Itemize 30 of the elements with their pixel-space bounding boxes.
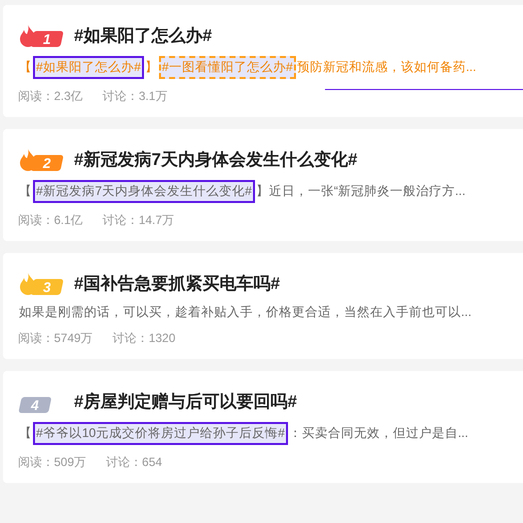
read-count: 阅读：6.1亿 [18,212,83,229]
summary-text: ：买卖合同无效，但过户是自... [288,425,470,442]
summary-text: 预防新冠和流感，该如何备药... [296,59,478,76]
hashtag-link[interactable]: #新冠发病7天内身体会发生什么变化# [33,180,255,203]
topic-title[interactable]: #国补告急要抓紧买电车吗# [74,272,280,295]
read-count: 阅读：509万 [18,454,86,471]
rank-badge: 4 [18,396,52,412]
discussion-count: 讨论：14.7万 [102,212,174,229]
summary-text: 】近日，一张“新冠肺炎一般治疗方... [254,183,466,200]
read-count: 阅读：2.3亿 [18,88,83,105]
discussion-count: 讨论：654 [106,454,162,471]
discussion-count: 讨论：3.1万 [102,88,168,105]
summary-text: 】 [144,59,159,76]
hashtag-link[interactable]: #爷爷以10元成交价将房过户给孙子后反悔# [33,422,288,445]
topic-title[interactable]: #房屋判定赠与后可以要回吗# [74,390,297,413]
topic-title[interactable]: #如果阳了怎么办# [74,24,212,47]
topic-title[interactable]: #新冠发病7天内身体会发生什么变化# [74,148,358,171]
summary-text: 【 [18,59,33,76]
summary-text: 【 [18,425,33,442]
read-count: 阅读：5749万 [18,330,93,347]
summary-text: 【 [18,183,33,200]
topic-card[interactable]: 4 #房屋判定赠与后可以要回吗# 【 #爷爷以10元成交价将房过户给孙子后反悔# ：买卖合同无效，但过户是自... 阅读：509万 讨论：654 [3,371,523,483]
discussion-count: 讨论：1320 [112,330,176,347]
topic-card[interactable]: 3 #国补告急要抓紧买电车吗# 如果是刚需的话，可以买，趁着补贴入手，价格更合适，当然在入手前也可以... 阅读：5749万 讨论：1320 [3,253,523,359]
topic-card[interactable]: 2 #新冠发病7天内身体会发生什么变化# 【 #新冠发病7天内身体会发生什么变化# 】近日，一张“新冠肺炎一般治疗方... 阅读：6.1亿 讨论：14.7万 [3,129,523,241]
summary-text: 如果是刚需的话，可以买，趁着补贴入手，价格更合适，当然在入手前也可以... [18,304,472,321]
rank-badge: 2 [30,154,64,170]
rank-badge: 1 [30,30,64,46]
rank-badge: 3 [30,278,64,294]
topic-card[interactable]: 1 #如果阳了怎么办# 【 #如果阳了怎么办# 】 #一图看懂阳了怎么办# 预防新冠和流感，该如何备药... 阅读：2.3亿 讨论：3.1万 [3,5,523,117]
